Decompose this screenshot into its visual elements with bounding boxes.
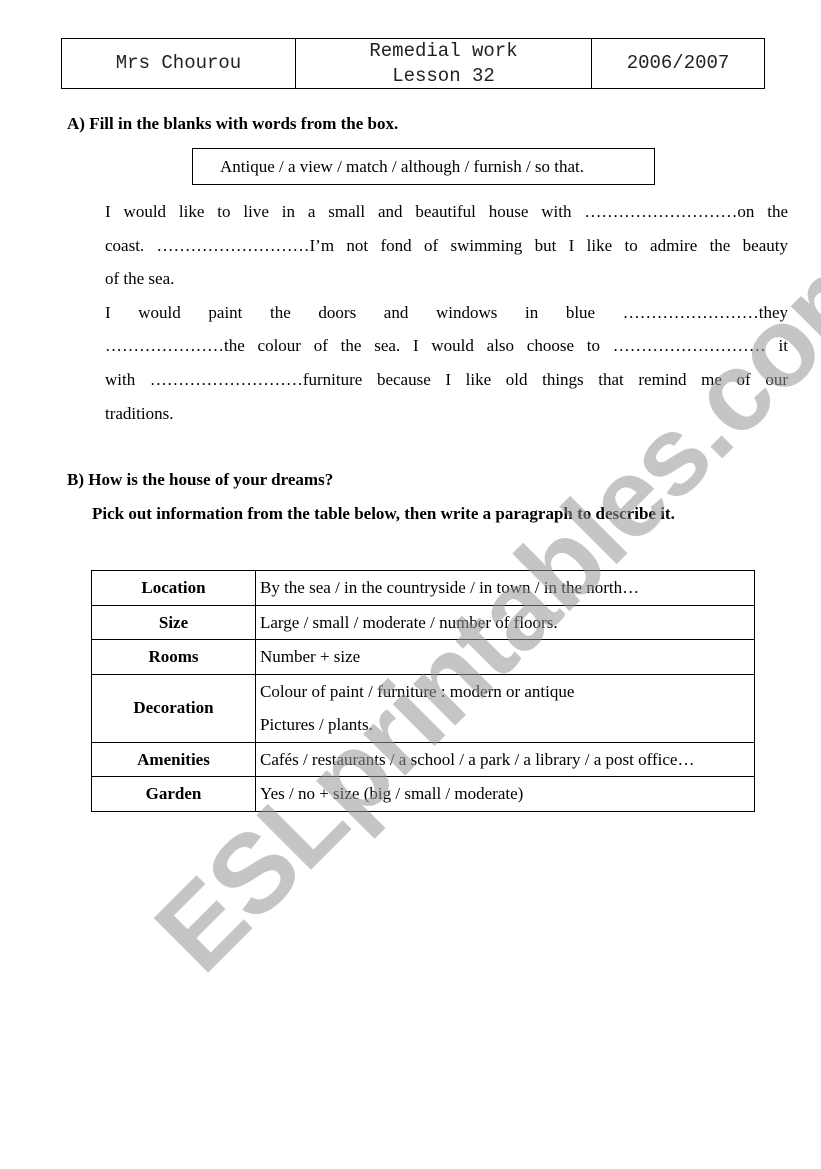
- row-label: Size: [91, 604, 256, 640]
- row-value: Yes / no + size (big / small / moderate): [255, 776, 755, 812]
- year-cell: 2006/2007: [592, 39, 764, 88]
- table-row: Garden Yes / no + size (big / small / mo…: [91, 776, 755, 812]
- row-value: Colour of paint / furniture : modern or …: [255, 673, 755, 743]
- lesson-number: Lesson 32: [392, 64, 495, 87]
- teacher-name: Mrs Chourou: [115, 52, 242, 74]
- paragraph-line: I would paint the doors and windows in b…: [105, 302, 788, 322]
- row-value: Number + size: [255, 639, 755, 675]
- teacher-cell: Mrs Chourou: [62, 39, 296, 88]
- row-value: By the sea / in the countryside / in tow…: [255, 570, 755, 606]
- row-label: Amenities: [91, 741, 256, 777]
- dream-house-table: Location By the sea / in the countryside…: [91, 570, 755, 812]
- table-row: Location By the sea / in the countryside…: [91, 570, 755, 606]
- worksheet-page: Mrs Chourou Remedial work Lesson 32 2006…: [0, 0, 821, 1169]
- row-value: Cafés / restaurants / a school / a park …: [255, 741, 755, 777]
- header-table: Mrs Chourou Remedial work Lesson 32 2006…: [61, 38, 765, 89]
- worksheet-title: Remedial work: [369, 39, 518, 62]
- table-row: Decoration Colour of paint / furniture :…: [91, 673, 755, 743]
- school-year: 2006/2007: [626, 52, 730, 74]
- row-value: Large / small / moderate / number of flo…: [255, 604, 755, 640]
- table-row: Rooms Number + size: [91, 639, 755, 675]
- title-cell: Remedial work Lesson 32: [296, 39, 592, 88]
- word-box: Antique / a view / match / although / fu…: [192, 148, 655, 185]
- fill-in-paragraph: I would like to live in a small and beau…: [105, 195, 788, 430]
- table-row: Size Large / small / moderate / number o…: [91, 604, 755, 640]
- row-label: Rooms: [91, 639, 256, 675]
- paragraph-line: traditions.: [105, 403, 174, 423]
- word-box-text: Antique / a view / match / although / fu…: [220, 156, 585, 176]
- section-b-instruction: Pick out information from the table belo…: [92, 504, 675, 523]
- paragraph-line: I would like to live in a small and beau…: [105, 202, 788, 221]
- row-value-line: Pictures / plants.: [260, 715, 373, 734]
- section-a-title: A) Fill in the blanks with words from th…: [67, 114, 399, 133]
- section-b-title: B) How is the house of your dreams?: [67, 470, 334, 489]
- row-value-line: Colour of paint / furniture : modern or …: [260, 681, 575, 701]
- table-row: Amenities Cafés / restaurants / a school…: [91, 741, 755, 777]
- paragraph-line: with ………………………furniture because I like o…: [105, 369, 788, 389]
- row-label: Garden: [91, 776, 256, 812]
- paragraph-line: …………………the colour of the sea. I would al…: [105, 336, 788, 356]
- row-label: Location: [91, 570, 256, 606]
- paragraph-line: of the sea.: [105, 269, 175, 289]
- paragraph-line: coast. ………………………I’m not fond of swimming…: [105, 235, 788, 255]
- row-label: Decoration: [91, 673, 256, 743]
